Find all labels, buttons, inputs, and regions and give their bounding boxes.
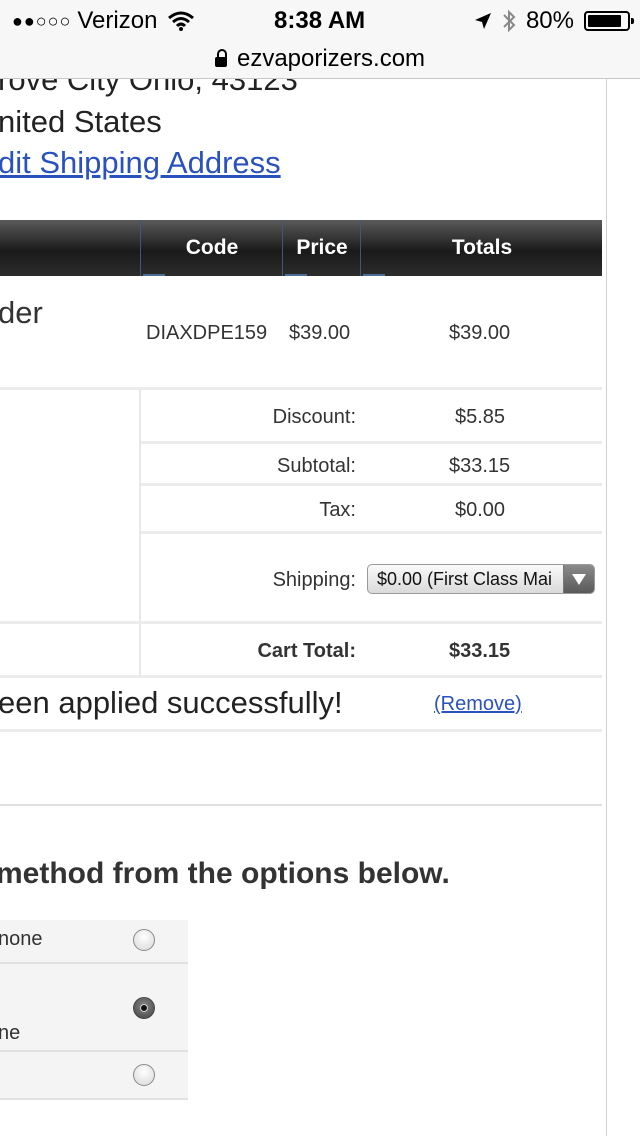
edit-shipping-address-link[interactable]: dit Shipping Address: [0, 145, 281, 181]
address-line-country: nited States: [0, 104, 162, 139]
header-totals: Totals: [360, 220, 603, 276]
status-bar: ●●○○○ Verizon 8:38 AM 80%: [0, 0, 640, 40]
item-code: DIAXDPE159: [146, 322, 268, 344]
row-divider: [0, 729, 602, 732]
total-column-divider: [139, 624, 141, 676]
shipping-method-select[interactable]: $0.00 (First Class Mai: [367, 564, 595, 594]
payment-option-label: ne: [0, 1022, 21, 1044]
item-total: $39.00: [449, 322, 511, 344]
payment-option-radio[interactable]: [133, 929, 155, 951]
lock-icon: [214, 49, 227, 67]
payment-option-radio[interactable]: [133, 1064, 155, 1086]
payment-option-radio-selected[interactable]: [133, 997, 155, 1019]
carrier-name: Verizon: [77, 7, 158, 34]
url-domain[interactable]: ezvaporizers.com: [237, 45, 425, 73]
row-divider: [141, 441, 602, 444]
row-divider: [0, 387, 602, 390]
discount-label: Discount:: [272, 406, 356, 428]
tax-label: Tax:: [319, 499, 356, 521]
payment-option[interactable]: none: [0, 920, 188, 964]
payment-option[interactable]: [0, 1052, 188, 1100]
url-bar[interactable]: ezvaporizers.com: [0, 40, 640, 79]
item-price: $39.00: [289, 322, 351, 344]
remove-coupon-link[interactable]: (Remove): [434, 693, 522, 716]
location-arrow-icon: [474, 13, 491, 29]
clock: 8:38 AM: [274, 7, 366, 34]
shipping-label: Shipping:: [272, 569, 356, 591]
header-code-label: Code: [185, 236, 239, 259]
bluetooth-icon: [503, 9, 516, 33]
row-divider: [0, 621, 602, 624]
header-price: Price: [282, 220, 361, 276]
page-content: rove City Ohio, 43123 nited States dit S…: [0, 79, 640, 1136]
address-line-city: rove City Ohio, 43123: [0, 79, 298, 97]
subtotal-label: Subtotal:: [277, 455, 356, 477]
payment-method-heading: method from the options below.: [0, 857, 450, 890]
wifi-icon: [168, 11, 195, 31]
item-name: der: [0, 295, 43, 330]
shipping-selected-value: $0.00 (First Class Mai: [377, 569, 553, 589]
cart-total-label: Cart Total:: [257, 640, 356, 662]
content-edge-divider: [606, 79, 607, 1136]
subtotal-value: $33.15: [449, 455, 511, 477]
payment-option-label: none: [0, 928, 43, 950]
battery-percent: 80%: [525, 7, 574, 34]
cart-total-value: $33.15: [449, 640, 511, 662]
tax-value: $0.00: [455, 499, 506, 521]
payment-option[interactable]: ne: [0, 964, 188, 1052]
status-right: 80%: [474, 7, 634, 35]
section-divider: [0, 804, 602, 806]
chevron-down-icon[interactable]: [563, 565, 594, 593]
row-divider: [141, 483, 602, 486]
row-divider: [141, 531, 602, 534]
battery-icon: [584, 11, 634, 31]
header-price-label: Price: [296, 236, 348, 259]
discount-value: $5.85: [455, 406, 506, 428]
coupon-success-message: een applied successfully!: [0, 685, 343, 720]
header-totals-label: Totals: [451, 236, 513, 259]
signal-dots-icon: ●●○○○: [12, 10, 72, 31]
header-code: Code: [140, 220, 283, 276]
cart-table-header: Code Price Totals: [0, 220, 602, 276]
row-divider: [0, 675, 602, 678]
carrier-group: ●●○○○ Verizon: [12, 7, 195, 35]
